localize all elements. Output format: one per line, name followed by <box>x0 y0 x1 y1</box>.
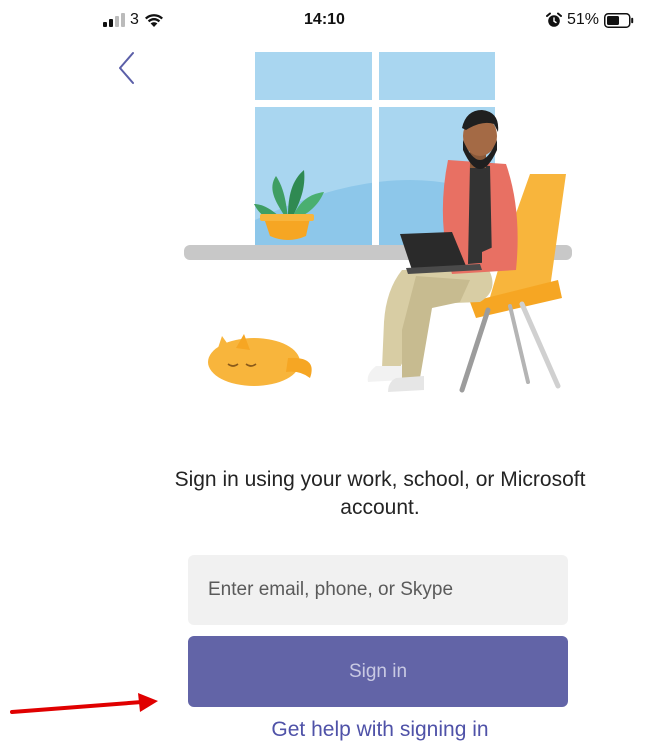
chevron-left-icon <box>119 52 134 84</box>
battery-percent: 51% <box>566 11 599 28</box>
help-link[interactable]: Get help with signing in <box>170 718 590 742</box>
teams-sign-in-screen: 3 14:10 51% Sign in using your work, sch… <box>0 0 649 744</box>
sign-in-prompt: Sign in using your work, school, or Micr… <box>174 468 586 519</box>
arrow-icon <box>10 693 158 714</box>
cat-illustration <box>208 334 312 386</box>
email-input[interactable] <box>188 555 568 625</box>
status-bar: 3 14:10 51% <box>0 0 649 40</box>
person-working-on-laptop-illustration <box>184 52 572 393</box>
back-button[interactable] <box>112 48 142 88</box>
sign-in-button[interactable]: Sign in <box>188 636 568 707</box>
status-right: 51% <box>545 9 634 31</box>
battery-icon <box>604 12 634 28</box>
alarm-icon <box>545 12 562 27</box>
